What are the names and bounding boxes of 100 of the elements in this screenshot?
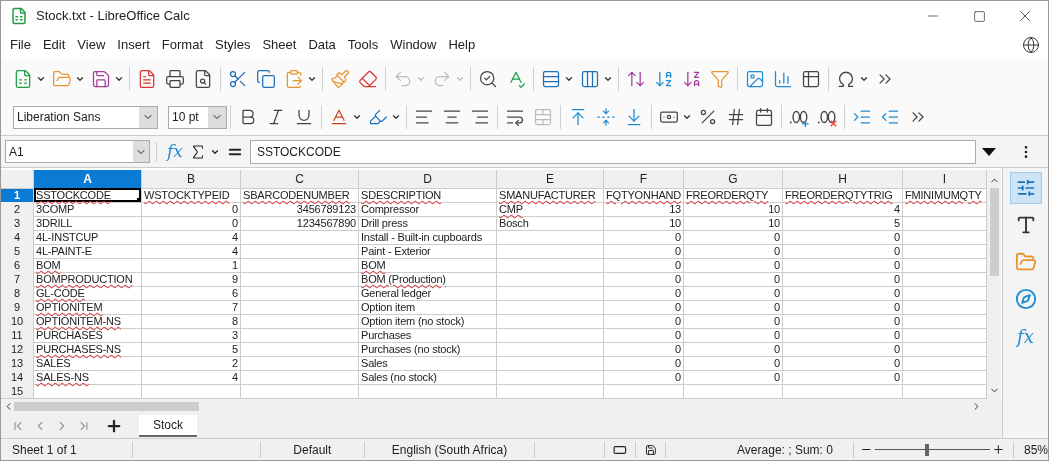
vertical-scrollbar[interactable] [987, 170, 1001, 399]
menu-item[interactable]: Data [302, 33, 342, 57]
table-cell[interactable]: 3COMP [34, 202, 142, 217]
table-cell[interactable] [241, 300, 359, 315]
table-cell[interactable]: 0 [684, 314, 783, 329]
table-cell[interactable]: 13 [604, 202, 684, 217]
menu-item[interactable]: Styles [209, 33, 257, 57]
sheet-tab[interactable]: Stock [139, 415, 197, 437]
table-cell[interactable]: SALES [34, 356, 142, 371]
zoom-slider[interactable] [874, 443, 991, 456]
table-cell[interactable]: 4 [783, 202, 903, 217]
table-cell[interactable] [497, 258, 604, 273]
table-cell[interactable]: 0 [604, 286, 684, 301]
table-cell[interactable]: 0 [684, 328, 783, 343]
table-cell[interactable] [497, 356, 604, 371]
table-cell[interactable]: 0 [604, 258, 684, 273]
column-header[interactable]: G [684, 170, 783, 189]
table-cell[interactable]: 0 [604, 342, 684, 357]
table-cell[interactable]: 0 [783, 230, 903, 245]
maximize-icon[interactable] [972, 9, 986, 23]
table-cell[interactable]: Purchases [359, 328, 497, 343]
column-header[interactable]: H [783, 170, 903, 189]
table-cell[interactable] [241, 342, 359, 357]
table-cell[interactable]: 5 [142, 342, 241, 357]
column-header[interactable]: E [497, 170, 604, 189]
expand-icon[interactable] [981, 147, 996, 156]
table-cell[interactable]: 0 [783, 244, 903, 259]
table-cell[interactable]: 0 [684, 244, 783, 259]
table-cell[interactable] [497, 244, 604, 259]
table-cell[interactable]: 0 [604, 300, 684, 315]
language[interactable]: English (South Africa) [364, 440, 535, 459]
table-cell[interactable] [241, 286, 359, 301]
table-cell[interactable] [241, 370, 359, 385]
table-cell[interactable]: Paint - Exterior [359, 244, 497, 259]
menu-item[interactable]: Insert [111, 33, 156, 57]
table-cell[interactable]: CMP [497, 202, 604, 217]
table-cell[interactable]: 0 [684, 356, 783, 371]
table-cell[interactable]: Sales (no stock) [359, 370, 497, 385]
table-cell[interactable] [497, 286, 604, 301]
table-cell[interactable]: 0 [783, 370, 903, 385]
table-cell[interactable]: 0 [783, 342, 903, 357]
table-cell[interactable]: 1 [142, 258, 241, 273]
table-cell[interactable]: 10 [604, 216, 684, 231]
table-cell[interactable]: General ledger [359, 286, 497, 301]
column-header[interactable]: D [359, 170, 497, 189]
table-cell[interactable]: Option item [359, 300, 497, 315]
table-cell[interactable]: 8 [142, 314, 241, 329]
table-cell[interactable]: 0 [604, 230, 684, 245]
table-cell[interactable]: Bosch [497, 216, 604, 231]
table-cell[interactable]: 3 [142, 328, 241, 343]
table-cell[interactable] [497, 314, 604, 329]
table-cell[interactable] [497, 300, 604, 315]
scrollbar-thumb[interactable] [14, 402, 199, 411]
menu-item[interactable]: Format [155, 33, 209, 57]
table-cell[interactable]: 0 [142, 202, 241, 217]
table-cell[interactable]: 10 [684, 202, 783, 217]
zoom-percent[interactable]: 85% [1024, 440, 1048, 459]
table-cell[interactable]: 0 [684, 342, 783, 357]
save-status-icon[interactable] [644, 443, 657, 456]
table-cell[interactable] [497, 342, 604, 357]
table-cell[interactable]: 4 [142, 370, 241, 385]
table-cell[interactable]: BOM [34, 258, 142, 273]
table-cell[interactable]: SDESCRIPTION [359, 188, 497, 203]
table-cell[interactable] [241, 272, 359, 287]
table-cell[interactable]: 3DRILL [34, 216, 142, 231]
table-cell[interactable]: 0 [604, 370, 684, 385]
table-cell[interactable]: 0 [783, 328, 903, 343]
table-cell[interactable]: 0 [783, 356, 903, 371]
table-cell[interactable]: 0 [684, 272, 783, 287]
formula-input[interactable]: SSTOCKCODE [249, 139, 976, 164]
table-cell[interactable] [497, 328, 604, 343]
table-cell[interactable]: FREORDERQTY [684, 188, 783, 203]
table-cell[interactable]: GL-CODE [34, 286, 142, 301]
font-size-field[interactable]: 10 pt [168, 105, 227, 129]
table-cell[interactable]: 0 [783, 258, 903, 273]
table-cell[interactable] [241, 314, 359, 329]
menu-item[interactable]: Tools [341, 33, 385, 57]
table-cell[interactable]: 0 [684, 286, 783, 301]
table-cell[interactable]: 0 [783, 300, 903, 315]
menu-item[interactable]: View [71, 33, 112, 57]
table-cell[interactable]: PURCHASES [34, 328, 142, 343]
table-cell[interactable]: Compressor [359, 202, 497, 217]
zoom-in-icon[interactable] [992, 443, 1005, 456]
table-cell[interactable] [241, 328, 359, 343]
table-cell[interactable]: 0 [684, 258, 783, 273]
table-cell[interactable]: 0 [783, 314, 903, 329]
table-cell[interactable]: SBARCODENUMBER [241, 188, 359, 203]
table-cell[interactable] [241, 258, 359, 273]
table-cell[interactable]: 0 [604, 272, 684, 287]
table-cell[interactable] [497, 272, 604, 287]
globe-icon[interactable] [1022, 36, 1040, 54]
table-cell[interactable]: 0 [604, 356, 684, 371]
table-cell[interactable] [497, 230, 604, 245]
table-cell[interactable]: 1234567890 [241, 216, 359, 231]
table-cell[interactable]: Purchases (no stock) [359, 342, 497, 357]
table-cell[interactable]: Sales [359, 356, 497, 371]
add-sheet-icon[interactable] [105, 417, 123, 435]
table-cell[interactable]: BOM (Production) [359, 272, 497, 287]
table-cell[interactable]: Install - Built-in cupboards [359, 230, 497, 245]
table-cell[interactable]: Option item (no stock) [359, 314, 497, 329]
